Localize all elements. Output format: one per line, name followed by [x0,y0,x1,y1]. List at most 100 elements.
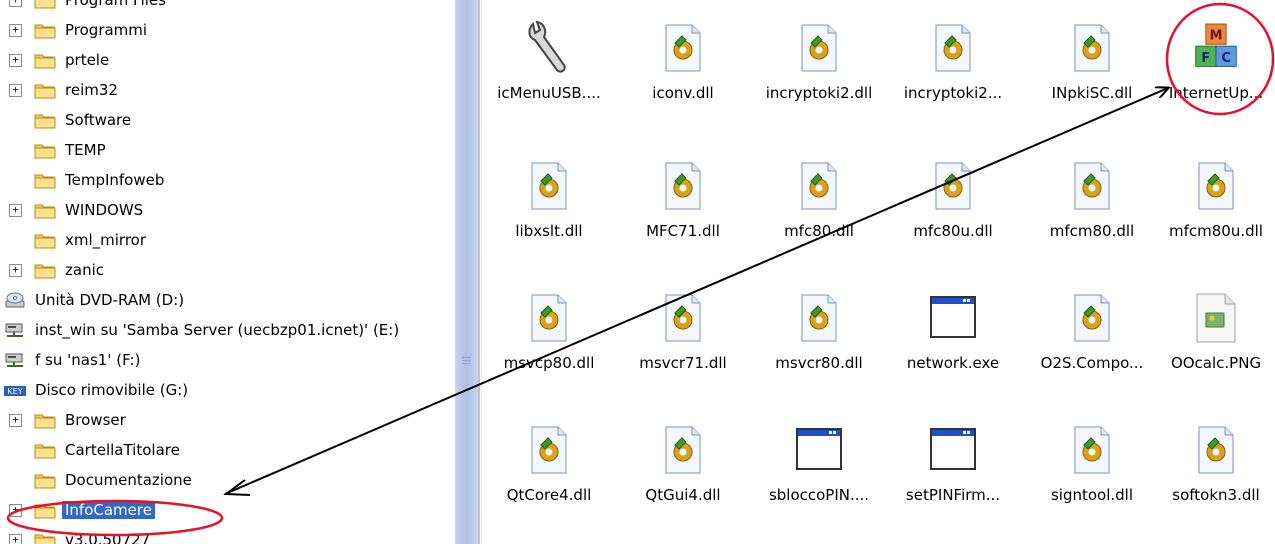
file-item[interactable]: setPINFirm... [888,422,1018,504]
tree-item-label: Browser [65,411,126,429]
dll-icon [1068,290,1116,346]
folder-icon [34,112,56,129]
file-name: incryptoki2... [903,84,1003,102]
file-item[interactable]: signtool.dll [1027,422,1157,504]
file-item[interactable]: msvcp80.dll [484,290,614,372]
expand-toggle[interactable]: + [9,414,22,427]
file-name: QtGui4.dll [645,486,721,504]
file-item[interactable]: incryptoki2... [888,20,1018,102]
splitter-grip[interactable] [462,355,471,367]
dll-icon [525,158,573,214]
file-item[interactable]: softokn3.dll [1151,422,1275,504]
folder-icon [34,202,56,219]
tree-item[interactable]: TempInfoweb [34,167,167,193]
folder-icon [34,262,56,279]
file-item[interactable]: icMenuUSB.... [484,20,614,102]
expand-toggle[interactable]: + [9,264,22,277]
file-item[interactable]: iconv.dll [618,20,748,102]
folder-icon [34,472,56,489]
dll-icon [795,20,843,76]
file-item[interactable]: INpkiSC.dll [1027,20,1157,102]
removable-drive-icon: KEY [4,382,26,399]
network-drive-icon [4,322,26,339]
file-item[interactable]: MFC71.dll [618,158,748,240]
tree-item[interactable]: + Program Files [9,0,169,13]
tree-item[interactable]: xml_mirror [34,227,149,253]
tree-item[interactable]: KEY Disco rimovibile (G:) [4,377,191,403]
folder-icon [34,22,56,39]
file-item[interactable]: O2S.Compo... [1027,290,1157,372]
dll-icon [1068,158,1116,214]
file-name: QtCore4.dll [506,486,592,504]
expand-toggle[interactable]: + [9,24,22,37]
dll-icon [929,158,977,214]
expand-toggle[interactable]: + [9,54,22,67]
file-item[interactable]: network.exe [888,290,1018,372]
tree-item[interactable]: + zanic [9,257,107,283]
tree-item-label: xml_mirror [65,231,147,249]
tree-item[interactable]: f su 'nas1' (F:) [4,347,143,373]
expand-toggle[interactable]: + [9,204,22,217]
tree-item-label: Disco rimovibile (G:) [35,381,189,399]
dll-icon [929,20,977,76]
exe-window-icon [929,290,977,346]
file-item[interactable]: incryptoki2.dll [754,20,884,102]
file-name: mfcm80.dll [1049,222,1135,240]
dll-icon [659,422,707,478]
tree-item-label: InfoCamere [62,501,155,519]
file-item[interactable]: mfcm80.dll [1027,158,1157,240]
expand-toggle[interactable]: + [9,504,22,517]
tree-item[interactable]: + reim32 [9,77,121,103]
tree-item[interactable]: Unità DVD-RAM (D:) [4,287,187,313]
file-icon-view[interactable]: icMenuUSB.... iconv.dll incryptoki2.dll inc… [484,0,1275,544]
tree-item[interactable]: + WINDOWS [9,197,146,223]
exe-window-icon [795,422,843,478]
tree-item[interactable]: TEMP [34,137,109,163]
tree-item[interactable]: inst_win su 'Samba Server (uecbzp01.icne… [4,317,402,343]
tree-item[interactable]: + prtele [9,47,112,73]
pane-splitter[interactable] [455,0,478,544]
file-name: libxslt.dll [515,222,583,240]
tree-item-label: inst_win su 'Samba Server (uecbzp01.icne… [35,321,400,339]
svg-text:M: M [1210,29,1223,44]
file-name: mfcm80u.dll [1169,222,1263,240]
dll-icon [1192,158,1240,214]
folder-tree-pane[interactable]: + Program Files + Programmi + prtele + reim32 So… [0,0,455,544]
file-item[interactable]: QtGui4.dll [618,422,748,504]
tree-item[interactable]: + Browser [9,407,129,433]
tree-item-label: Unità DVD-RAM (D:) [35,291,185,309]
wrench-icon [525,20,573,76]
tree-item[interactable]: + Programmi [9,17,150,43]
expand-toggle[interactable]: + [9,84,22,97]
file-item[interactable]: libxslt.dll [484,158,614,240]
folder-icon [34,142,56,159]
file-item[interactable]: mfc80.dll [754,158,884,240]
expand-toggle[interactable]: + [9,534,22,544]
expand-toggle[interactable]: + [9,0,22,7]
file-item[interactable]: msvcr80.dll [754,290,884,372]
tree-item-label: zanic [65,261,104,279]
file-name: icMenuUSB.... [497,84,601,102]
file-name: network.exe [906,354,1000,372]
network-drive-icon [4,352,26,369]
folder-icon [34,172,56,189]
file-item[interactable]: mfc80u.dll [888,158,1018,240]
file-name: mfc80.dll [784,222,854,240]
tree-item[interactable]: Documentazione [34,467,195,493]
tree-item[interactable]: Software [34,107,134,133]
file-item[interactable]: msvcr71.dll [618,290,748,372]
file-item[interactable]: sbloccoPIN.... [754,422,884,504]
folder-icon [34,82,56,99]
tree-item[interactable]: + InfoCamere [9,497,155,523]
file-item[interactable]: mfcm80u.dll [1151,158,1275,240]
file-item[interactable]: M F C InternetUp... [1151,20,1275,102]
tree-item-label: reim32 [65,81,118,99]
tree-item[interactable]: + v3.0.50727 [9,527,153,544]
tree-item[interactable]: CartellaTitolare [34,437,183,463]
file-name: MFC71.dll [646,222,720,240]
file-item[interactable]: QtCore4.dll [484,422,614,504]
dll-icon [795,290,843,346]
file-name: OOcalc.PNG [1170,354,1262,372]
file-item[interactable]: OOcalc.PNG [1151,290,1275,372]
dll-icon [525,422,573,478]
